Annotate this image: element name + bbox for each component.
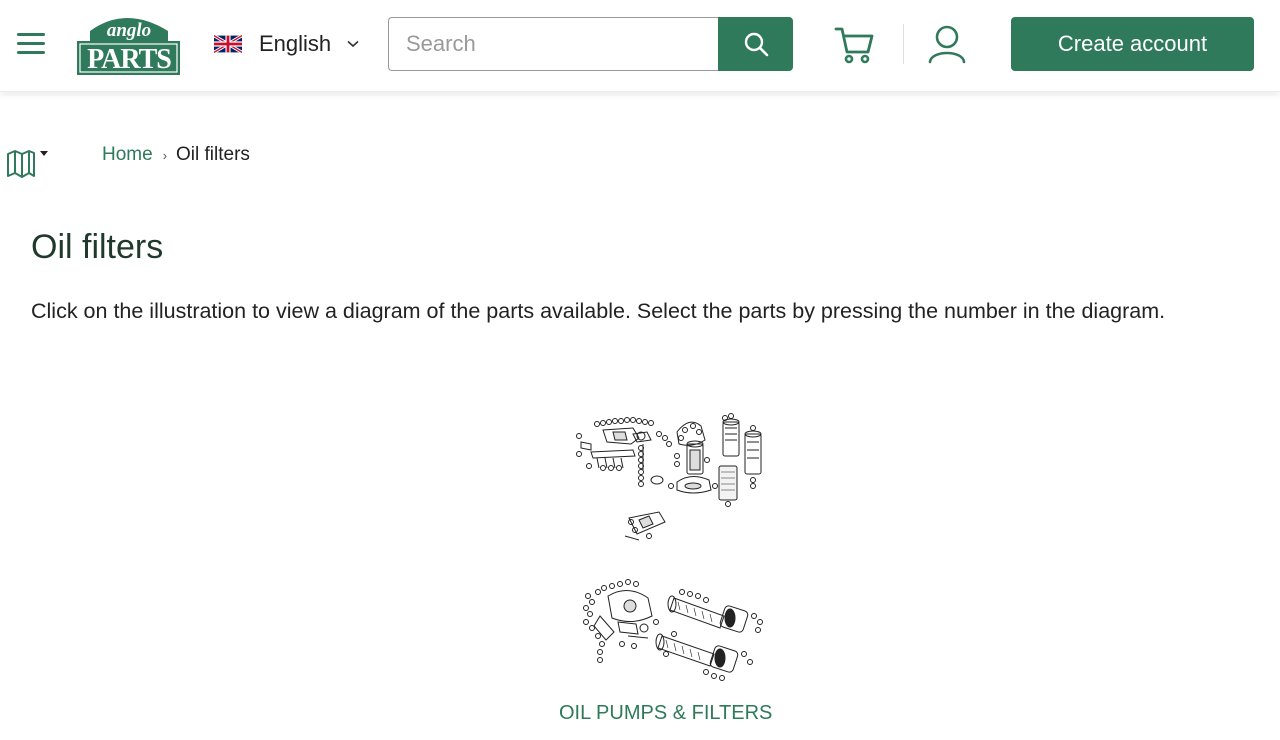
breadcrumb-current: Oil filters bbox=[176, 144, 250, 165]
logo-bottom-text: PARTS bbox=[87, 44, 171, 75]
menu-icon[interactable] bbox=[17, 33, 45, 55]
page-title: Oil filters bbox=[31, 228, 164, 266]
book-icon bbox=[7, 150, 35, 178]
create-account-button[interactable]: Create account bbox=[1011, 17, 1254, 71]
catalog-menu-toggle[interactable] bbox=[6, 146, 52, 180]
logo-top-text: anglo bbox=[107, 20, 151, 41]
search-icon bbox=[744, 32, 768, 57]
site-logo[interactable]: anglo PARTS bbox=[76, 11, 181, 76]
site-header: anglo PARTS English Search Create accoun… bbox=[0, 0, 1280, 92]
language-selector[interactable]: English bbox=[214, 27, 359, 61]
chevron-down-icon bbox=[347, 40, 359, 48]
cart-icon[interactable] bbox=[834, 25, 874, 65]
breadcrumb-home-link[interactable]: Home bbox=[102, 144, 153, 166]
search-bar bbox=[388, 17, 793, 71]
intro-text: Click on the illustration to view a diag… bbox=[31, 299, 1166, 323]
search-input[interactable] bbox=[388, 17, 718, 71]
oil-pump-diagram-thumbnail[interactable] bbox=[578, 576, 772, 688]
breadcrumb: Home › Oil filters bbox=[102, 144, 250, 166]
oil-filter-diagram-thumbnail[interactable] bbox=[573, 410, 769, 546]
caret-down-icon bbox=[40, 151, 48, 156]
uk-flag-icon bbox=[214, 35, 242, 53]
category-link-oil-pumps-filters[interactable]: OIL PUMPS & FILTERS bbox=[559, 702, 772, 725]
breadcrumb-separator: › bbox=[162, 147, 168, 163]
search-button[interactable] bbox=[718, 17, 793, 71]
header-divider bbox=[903, 24, 904, 64]
user-icon[interactable] bbox=[927, 24, 967, 64]
language-label: English bbox=[259, 31, 332, 56]
